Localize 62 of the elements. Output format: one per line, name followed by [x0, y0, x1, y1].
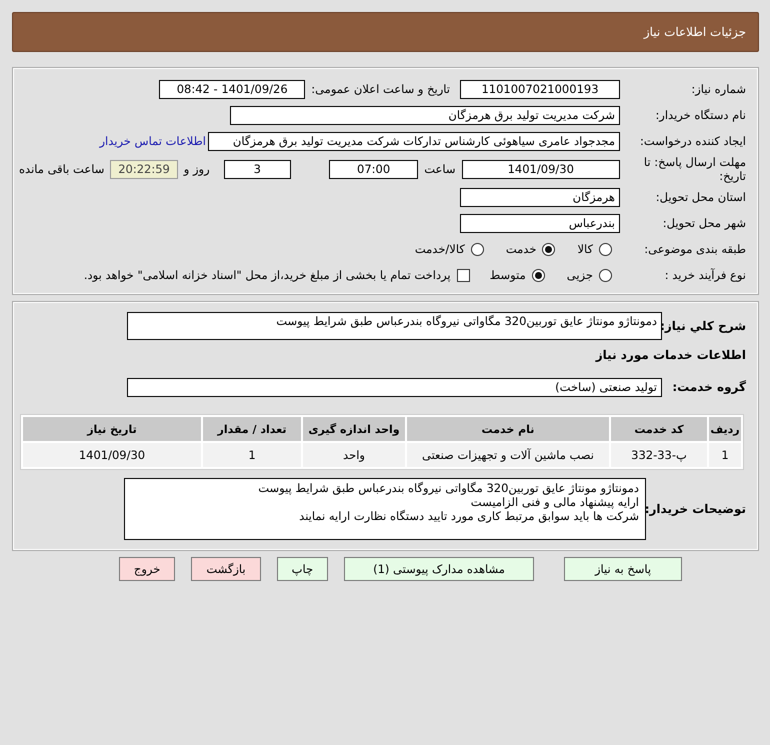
- field-label: ساعت باقی مانده: [19, 162, 104, 176]
- remaining-time: 20:22:59: [110, 160, 178, 178]
- table-cell: 1401/09/30: [23, 443, 201, 467]
- action-button[interactable]: مشاهده مدارک پیوستی (1): [344, 557, 534, 581]
- contact-link[interactable]: اطلاعات تماس خریدار: [99, 134, 206, 148]
- value-field: 3: [224, 160, 292, 178]
- column-header: تاریخ نیاز: [23, 417, 201, 441]
- checkbox[interactable]: [456, 268, 470, 282]
- option-label: جزیی: [566, 268, 593, 282]
- field-label: مهلت ارسال پاسخ: تا تاریخ:: [642, 155, 747, 183]
- option-label: خدمت: [506, 242, 536, 256]
- value-field: 1401/09/30: [462, 160, 620, 178]
- value-field: تولید صنعتی (ساخت): [127, 378, 662, 396]
- field-label: شهر محل تحویل:: [662, 216, 747, 230]
- notes-line: ارایه پیشنهاد مالی و فنی الزامیست: [470, 495, 639, 509]
- column-header: ردیف: [709, 417, 741, 441]
- column-header: کد خدمت: [611, 417, 707, 441]
- notes-line: دمونتاژو مونتاژ عایق توربین320 مگاواتی نیروگاه بندرعباس طبق شرایط پیوست: [257, 481, 639, 495]
- notes-line: شرکت ها باید سوابق مرتبط کاری مورد تایید دستگاه نظارت ارایه نمایند: [298, 509, 639, 523]
- checkbox-label: پرداخت تمام یا بخشی از مبلغ خرید،از محل "اسناد خزانه اسلامی" خواهد بود.: [84, 268, 451, 282]
- field-label: توضیحات خریدار:: [646, 502, 747, 516]
- table-cell: نصب ماشین آلات و تجهیزات صنعتی: [407, 443, 609, 467]
- table-cell: 1: [203, 443, 301, 467]
- value-field: 07:00: [329, 160, 418, 178]
- table-cell: واحد: [303, 443, 405, 467]
- field-label: ایجاد کننده درخواست:: [639, 134, 747, 148]
- table-cell: پ-33-332: [611, 443, 707, 467]
- action-button[interactable]: بازگشت: [191, 557, 261, 581]
- column-header: تعداد / مقدار: [203, 417, 301, 441]
- value-field: شرکت مدیریت تولید برق هرمزگان: [230, 106, 620, 124]
- radio-button[interactable]: [532, 268, 545, 282]
- action-button[interactable]: خروج: [118, 557, 176, 581]
- field-label: روز و: [184, 162, 210, 176]
- radio-button[interactable]: [599, 242, 612, 256]
- field-label: گروه خدمت:: [671, 380, 747, 394]
- field-label: شرح کلي نياز:: [662, 319, 747, 333]
- field-label: ساعت: [424, 162, 456, 176]
- option-label: کالا: [577, 242, 593, 256]
- option-label: کالا/خدمت: [414, 242, 465, 256]
- value-field: مجدجواد عامری سیاهوئی کارشناس تدارکات شرکت مدیریت تولید برق هرمزگان: [208, 132, 620, 150]
- field-label: استان محل تحویل:: [654, 190, 747, 204]
- column-header: واحد اندازه گیری: [303, 417, 405, 441]
- table-cell: 1: [709, 443, 741, 467]
- field-label: شماره نیاز:: [690, 82, 747, 96]
- radio-button[interactable]: [542, 242, 556, 256]
- value-field: بندرعباس: [460, 214, 620, 232]
- page-title: جزئیات اطلاعات نیاز: [644, 25, 746, 39]
- action-button[interactable]: پاسخ به نیاز: [564, 557, 682, 581]
- value-field: هرمزگان: [460, 188, 620, 206]
- action-button[interactable]: چاپ: [276, 557, 328, 581]
- field-label: تاریخ و ساعت اعلان عمومی:: [311, 82, 450, 96]
- radio-button[interactable]: [599, 268, 612, 282]
- field-label: طبقه بندی موضوعی:: [643, 242, 747, 256]
- value-field: دمونتاژو مونتاژ عایق توربین320 مگاواتی نیروگاه بندرعباس طبق شرایط پیوست: [127, 312, 662, 340]
- section-heading: اطلاعات خدمات مورد نیاز: [594, 347, 747, 364]
- value-field: 1401/09/26 - 08:42: [159, 80, 306, 98]
- column-header: نام خدمت: [407, 417, 609, 441]
- value-field: 1101007021000193: [460, 80, 620, 98]
- field-label: نام دستگاه خریدار:: [654, 108, 747, 122]
- radio-button[interactable]: [470, 242, 484, 256]
- option-label: متوسط: [490, 268, 526, 282]
- field-label: نوع فرآیند خرید :: [664, 268, 747, 282]
